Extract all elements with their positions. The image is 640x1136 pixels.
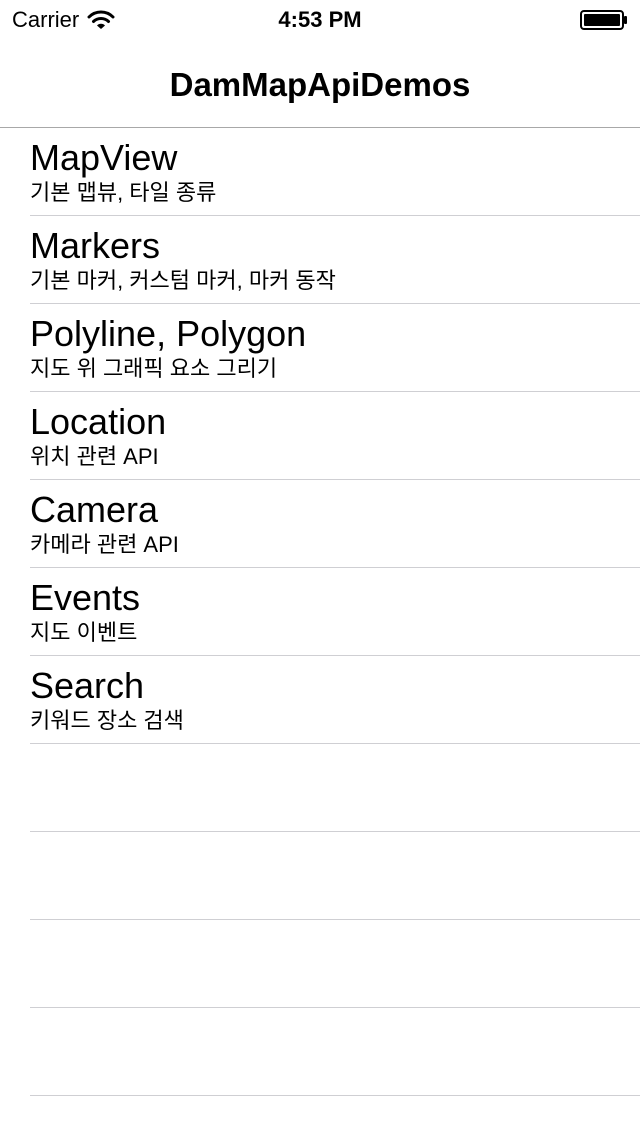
empty-row bbox=[0, 832, 640, 920]
list-item-subtitle: 카메라 관련 API bbox=[30, 532, 179, 557]
empty-row bbox=[0, 744, 640, 832]
demo-list: MapView 기본 맵뷰, 타일 종류 Markers 기본 마커, 커스텀 마커,… bbox=[0, 128, 640, 1096]
empty-row bbox=[0, 920, 640, 1008]
list-item-search[interactable]: Search 키워드 장소 검색 bbox=[0, 656, 640, 744]
list-item-subtitle: 위치 관련 API bbox=[30, 444, 159, 469]
list-item-location[interactable]: Location 위치 관련 API bbox=[0, 392, 640, 480]
list-item-camera[interactable]: Camera 카메라 관련 API bbox=[0, 480, 640, 568]
list-item-title: Markers bbox=[30, 225, 161, 266]
list-item-subtitle: 기본 맵뷰, 타일 종류 bbox=[30, 180, 217, 205]
list-item-subtitle: 지도 위 그래픽 요소 그리기 bbox=[30, 356, 278, 381]
list-item-title: Events bbox=[30, 577, 141, 618]
list-item-events[interactable]: Events 지도 이벤트 bbox=[0, 568, 640, 656]
empty-row bbox=[0, 1008, 640, 1096]
list-item-subtitle: 지도 이벤트 bbox=[30, 620, 138, 645]
page-title: DamMapApiDemos bbox=[169, 66, 471, 103]
navigation-bar: DamMapApiDemos bbox=[0, 40, 640, 128]
list-item-polyline-polygon[interactable]: Polyline, Polygon 지도 위 그래픽 요소 그리기 bbox=[0, 304, 640, 392]
list-item-subtitle: 키워드 장소 검색 bbox=[30, 708, 184, 733]
list-item-title: Camera bbox=[30, 489, 159, 530]
battery-icon bbox=[580, 10, 628, 30]
list-item-title: Polyline, Polygon bbox=[30, 313, 307, 354]
list-item-title: Search bbox=[30, 665, 145, 706]
status-bar: Carrier 4:53 PM bbox=[0, 0, 640, 40]
list-item-title: MapView bbox=[30, 137, 178, 178]
list-item-mapview[interactable]: MapView 기본 맵뷰, 타일 종류 bbox=[0, 128, 640, 216]
list-item-subtitle: 기본 마커, 커스텀 마커, 마커 동작 bbox=[30, 268, 336, 293]
clock: 4:53 PM bbox=[278, 7, 362, 32]
list-item-title: Location bbox=[30, 401, 167, 442]
list-item-markers[interactable]: Markers 기본 마커, 커스텀 마커, 마커 동작 bbox=[0, 216, 640, 304]
